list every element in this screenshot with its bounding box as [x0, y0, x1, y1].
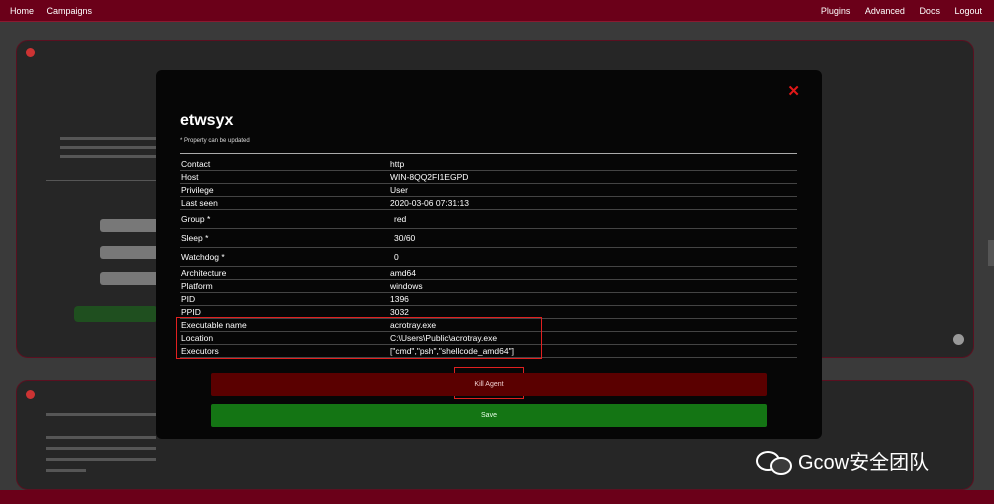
property-value: User	[390, 185, 408, 195]
property-key: Host	[181, 172, 199, 182]
nav-logout-link[interactable]: Logout	[954, 6, 982, 16]
property-key: PPID	[181, 307, 201, 317]
scrollbar-handle[interactable]	[988, 240, 994, 266]
property-key: Watchdog *	[181, 252, 225, 262]
group-field[interactable]: red	[390, 214, 797, 224]
property-value: amd64	[390, 268, 416, 278]
background-text	[46, 413, 156, 416]
property-row-editable: Group * red	[180, 210, 797, 229]
background-button	[74, 306, 158, 322]
nav-docs-link[interactable]: Docs	[919, 6, 940, 16]
property-key: Platform	[181, 281, 213, 291]
sleep-field[interactable]: 30/60	[390, 233, 797, 243]
watermark: Gcow安全团队	[756, 446, 929, 475]
property-key: Privilege	[181, 185, 214, 195]
highlight-box	[176, 317, 542, 359]
property-value: http	[390, 159, 405, 169]
nav-plugins-link[interactable]: Plugins	[821, 6, 851, 16]
background-toggle-icon	[953, 334, 964, 345]
close-icon[interactable]: ✕	[787, 82, 800, 100]
kill-agent-button[interactable]: Kill Agent	[211, 373, 767, 396]
property-value: 1396	[390, 294, 409, 304]
property-row: Host WIN-8QQ2FI1EGPD	[180, 171, 797, 184]
property-key: Contact	[181, 159, 211, 169]
property-key: Architecture	[181, 268, 227, 278]
editable-note: * Property can be updated	[180, 138, 250, 144]
watermark-text: Gcow安全团队	[798, 452, 930, 474]
background-text	[60, 155, 156, 158]
property-key: PID	[181, 294, 196, 304]
property-row: Platform windows	[180, 280, 797, 293]
property-value: 3032	[390, 307, 409, 317]
wechat-icon	[756, 449, 792, 475]
background-text	[60, 146, 156, 149]
footer-bar	[0, 490, 994, 504]
background-input	[100, 219, 160, 232]
watchdog-field[interactable]: 0	[390, 252, 797, 262]
nav-right: Plugins Advanced Docs Logout	[809, 6, 982, 16]
property-row: Privilege User	[180, 184, 797, 197]
save-button[interactable]: Save	[211, 404, 767, 427]
property-key: Last seen	[181, 198, 218, 208]
nav-left: Home Campaigns	[10, 6, 102, 16]
background-text	[46, 469, 86, 472]
property-row: Last seen 2020-03-06 07:31:13	[180, 197, 797, 210]
background-close-icon	[26, 48, 35, 57]
property-key: Group *	[181, 214, 211, 224]
background-close-icon	[26, 390, 35, 399]
title-divider	[180, 153, 797, 154]
nav-home-link[interactable]: Home	[10, 6, 34, 16]
property-row: PID 1396	[180, 293, 797, 306]
background-divider	[46, 180, 156, 181]
background-input	[100, 272, 160, 285]
property-key: Sleep *	[181, 233, 209, 243]
background-text	[60, 137, 156, 140]
property-value: WIN-8QQ2FI1EGPD	[390, 172, 469, 182]
property-row-editable: Sleep * 30/60	[180, 229, 797, 248]
property-value: 2020-03-06 07:31:13	[390, 198, 469, 208]
agent-title: etwsyx	[180, 112, 234, 129]
background-input	[100, 246, 160, 259]
background-text	[46, 436, 156, 439]
nav-advanced-link[interactable]: Advanced	[865, 6, 905, 16]
nav-campaigns-link[interactable]: Campaigns	[47, 6, 93, 16]
background-text	[46, 458, 156, 461]
property-value: windows	[390, 281, 423, 291]
property-row: Contact http	[180, 158, 797, 171]
background-text	[46, 447, 156, 450]
property-row: Architecture amd64	[180, 267, 797, 280]
top-nav: Home Campaigns Plugins Advanced Docs Log…	[0, 0, 994, 22]
property-row-editable: Watchdog * 0	[180, 248, 797, 267]
